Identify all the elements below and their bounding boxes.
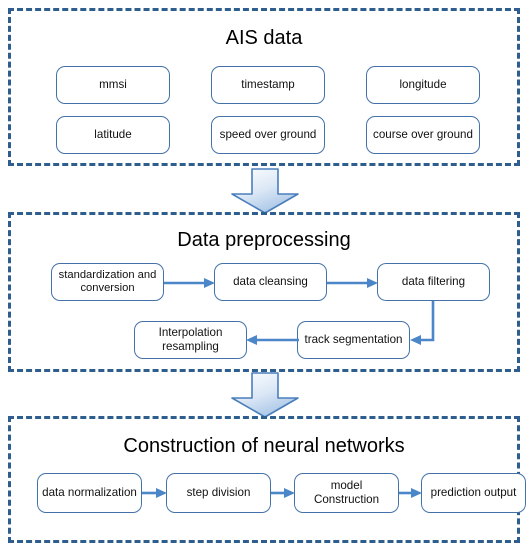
- node-interpolation-resampling[interactable]: Interpolation resampling: [134, 321, 247, 359]
- node-prediction-output[interactable]: prediction output: [421, 473, 526, 513]
- node-label: track segmentation: [304, 333, 403, 347]
- node-label: timestamp: [241, 78, 295, 92]
- node-label: Interpolation resampling: [158, 326, 223, 353]
- flow-arrow-ais-to-preprocessing: [228, 168, 302, 214]
- node-label: speed over ground: [219, 128, 317, 142]
- node-timestamp[interactable]: timestamp: [211, 66, 325, 104]
- node-label: mmsi: [99, 78, 127, 92]
- node-model-construction[interactable]: model Construction: [294, 473, 399, 513]
- node-longitude[interactable]: longitude: [366, 66, 480, 104]
- node-label: latitude: [94, 128, 132, 142]
- node-data-normalization[interactable]: data normalization: [37, 473, 142, 513]
- node-step-division[interactable]: step division: [166, 473, 271, 513]
- section-title-data-preprocessing: Data preprocessing: [177, 229, 351, 251]
- node-data-cleansing[interactable]: data cleansing: [214, 263, 327, 301]
- section-data-preprocessing: Data preprocessing standardization and c…: [8, 212, 520, 372]
- connector-normalization-to-step-division: [142, 488, 167, 498]
- section-title-ais-data: AIS data: [225, 27, 303, 49]
- connector-filtering-to-track-segmentation: [410, 301, 435, 345]
- node-label: longitude: [399, 78, 447, 92]
- node-track-segmentation[interactable]: track segmentation: [297, 321, 410, 359]
- node-label: data cleansing: [233, 275, 308, 289]
- node-label: model Construction: [313, 479, 380, 506]
- node-course-over-ground[interactable]: course over ground: [366, 116, 480, 154]
- diagram-canvas: AIS data mmsi timestamp longitude latitu…: [0, 0, 529, 550]
- node-label: standardization and conversion: [58, 268, 157, 294]
- node-latitude[interactable]: latitude: [56, 116, 170, 154]
- flow-arrow-preprocessing-to-construction: [228, 372, 302, 418]
- connector-standardization-to-cleansing: [164, 278, 215, 288]
- connector-cleansing-to-filtering: [327, 278, 378, 288]
- node-speed-over-ground[interactable]: speed over ground: [211, 116, 325, 154]
- node-label: step division: [186, 486, 251, 500]
- node-data-filtering[interactable]: data filtering: [377, 263, 490, 301]
- connector-track-segmentation-to-interpolation: [246, 335, 299, 345]
- connector-model-construction-to-prediction-output: [399, 488, 422, 498]
- node-standardization-and-conversion[interactable]: standardization and conversion: [51, 263, 164, 301]
- section-ais-data: AIS data mmsi timestamp longitude latitu…: [8, 8, 520, 166]
- node-label: course over ground: [373, 128, 473, 142]
- section-construction-of-neural-networks: Construction of neural networks data nor…: [8, 416, 526, 543]
- node-mmsi[interactable]: mmsi: [56, 66, 170, 104]
- node-label: data normalization: [42, 486, 137, 500]
- section-title-construction-of-neural-networks: Construction of neural networks: [123, 435, 405, 457]
- node-label: prediction output: [430, 486, 517, 500]
- connector-step-division-to-model-construction: [271, 488, 295, 498]
- node-label: data filtering: [401, 275, 466, 289]
